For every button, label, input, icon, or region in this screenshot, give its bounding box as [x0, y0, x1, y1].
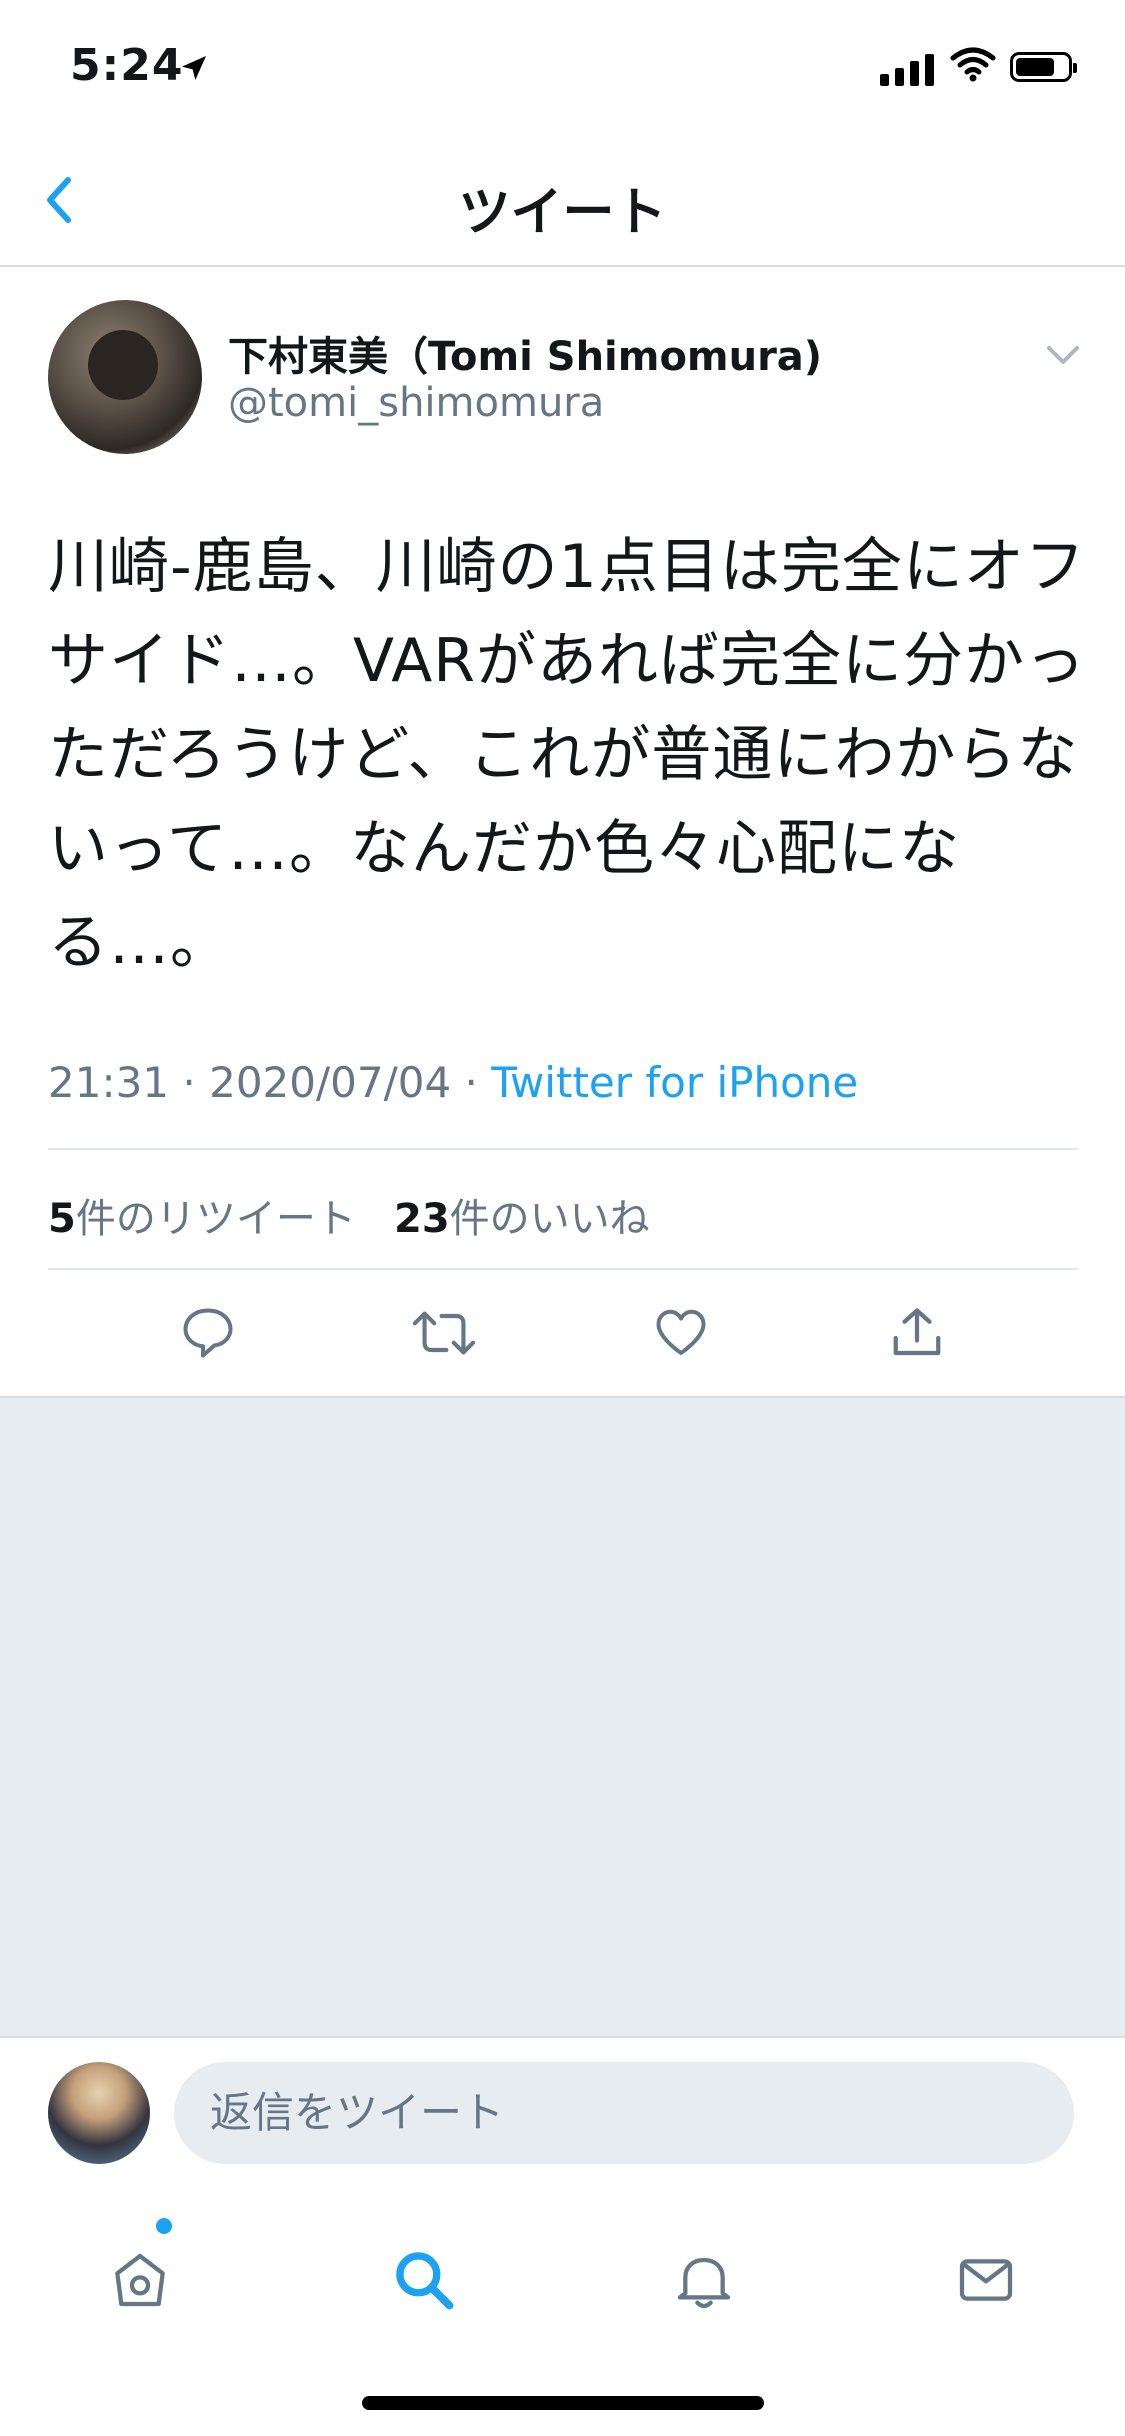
- tab-home[interactable]: [80, 2220, 200, 2340]
- retweet-label: 件のリツイート: [75, 1196, 356, 1242]
- tweet-date: 2020/07/04: [209, 1058, 452, 1107]
- notifications-icon: [677, 2257, 731, 2309]
- status-time: 5:24: [70, 40, 184, 91]
- battery-icon: [1010, 52, 1077, 82]
- home-notification-dot: [156, 2218, 172, 2234]
- messages-icon: [959, 2259, 1013, 2301]
- tab-search[interactable]: [364, 2220, 484, 2340]
- author-name[interactable]: 下村東美（Tomi Shimomura): [228, 324, 822, 382]
- reply-icon[interactable]: [168, 1293, 248, 1373]
- tweet-stats: 5件のリツイート 23件のいいね: [48, 1186, 650, 1244]
- retweet-count: 5: [48, 1196, 76, 1242]
- home-indicator[interactable]: [362, 2396, 764, 2410]
- user-avatar: [48, 2062, 150, 2164]
- like-label: 件のいいね: [449, 1196, 650, 1242]
- like-stat[interactable]: 23件のいいね: [394, 1196, 650, 1242]
- like-icon[interactable]: [641, 1293, 721, 1373]
- tweet-text: 川崎-鹿島、川崎の1点目は完全にオフサイド…。VARがあれば完全に分かっただろう…: [48, 532, 1086, 978]
- retweet-icon[interactable]: [404, 1293, 484, 1373]
- tweet-time: 21:31: [48, 1058, 170, 1107]
- signal-icon: [880, 52, 934, 86]
- divider: [48, 1148, 1078, 1150]
- author-handle[interactable]: @tomi_shimomura: [228, 380, 604, 426]
- tab-messages[interactable]: [926, 2220, 1046, 2340]
- share-icon[interactable]: [877, 1293, 957, 1373]
- author-avatar[interactable]: [48, 300, 202, 454]
- reply-input[interactable]: 返信をツイート: [174, 2062, 1074, 2164]
- tweet-meta: 21:31 · 2020/07/04 · Twitter for iPhone: [48, 1058, 859, 1107]
- empty-replies-area: [0, 1396, 1125, 2038]
- home-icon: [115, 2253, 165, 2307]
- tab-notifications[interactable]: [644, 2220, 764, 2340]
- chevron-down-icon[interactable]: [1043, 340, 1083, 372]
- wifi-icon: [950, 46, 996, 86]
- page-title: ツイート: [458, 183, 667, 243]
- like-count: 23: [394, 1196, 450, 1242]
- tweet-actions: [0, 1270, 1125, 1396]
- tweet-source-link[interactable]: Twitter for iPhone: [491, 1058, 858, 1107]
- retweet-stat[interactable]: 5件のリツイート: [48, 1196, 356, 1242]
- location-arrow-icon: [178, 52, 210, 88]
- search-icon: [396, 2252, 454, 2310]
